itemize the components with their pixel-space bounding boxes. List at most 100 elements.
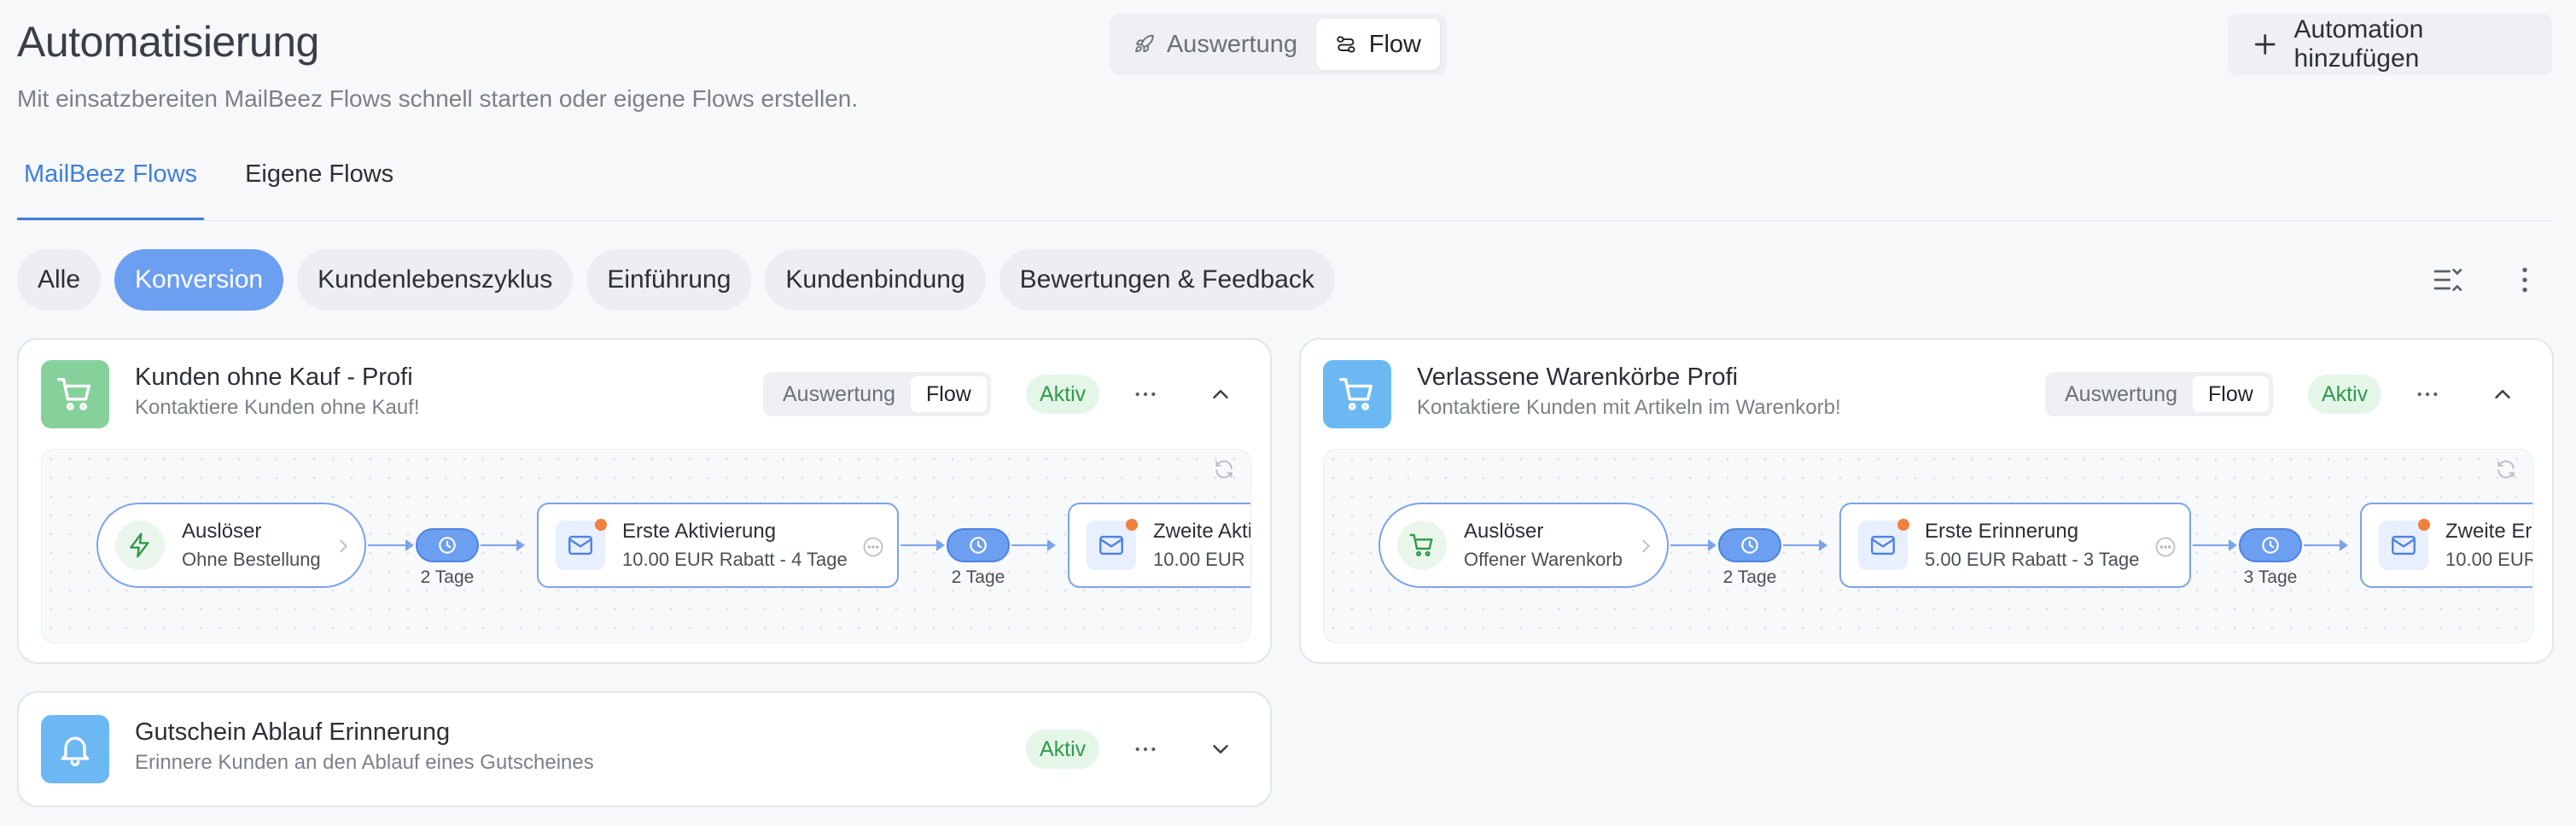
delay-pill[interactable]	[416, 528, 479, 562]
node-menu-icon[interactable]	[861, 535, 885, 563]
view-option-flow[interactable]: Flow	[1316, 19, 1440, 70]
collapse-all-icon[interactable]	[2427, 259, 2468, 300]
status-dot	[1897, 519, 1909, 531]
card-view-switch: Auswertung Flow	[763, 372, 991, 416]
chevron-up-icon[interactable]	[1202, 375, 1239, 413]
more-vertical-icon[interactable]	[2504, 259, 2545, 300]
automation-card-gutschein-ablauf: Gutschein Ablauf Erinnerung Erinnere Kun…	[17, 691, 1272, 807]
connector	[1783, 539, 1827, 551]
delay-label: 2 Tage	[420, 567, 475, 587]
page-subtitle: Mit einsatzbereiten MailBeez Flows schne…	[17, 85, 859, 112]
connector	[900, 539, 945, 551]
rocket-icon	[1135, 34, 1154, 53]
view-switch: Auswertung Flow	[1110, 14, 1447, 75]
email-title: Zweite Erin	[2445, 520, 2532, 543]
connector	[1011, 539, 1056, 551]
card-title: Verlassene Warenkörbe Profi	[1417, 364, 1739, 391]
connector	[481, 539, 525, 551]
mail-icon	[556, 519, 607, 570]
filter-kundenbindung[interactable]: Kundenbindung	[765, 249, 986, 311]
mail-icon	[2379, 519, 2430, 570]
chevron-up-icon[interactable]	[2484, 375, 2521, 413]
mail-icon	[1087, 519, 1138, 570]
status-dot	[595, 519, 607, 531]
automation-card-verlassene-warenkoerbe: Verlassene Warenkörbe Profi Kontaktiere …	[1299, 338, 2554, 664]
delay-pill[interactable]	[947, 528, 1010, 562]
email-node[interactable]: Erste Erinnerung 5.00 EUR Rabatt - 3 Tag…	[1839, 503, 2191, 588]
automation-card-kunden-ohne-kauf: Kunden ohne Kauf - Profi Kontaktiere Kun…	[17, 338, 1272, 664]
card-title: Gutschein Ablauf Erinnerung	[135, 718, 451, 746]
card-title: Kunden ohne Kauf - Profi	[135, 364, 413, 391]
email-node[interactable]: Erste Aktivierung 10.00 EUR Rabatt - 4 T…	[537, 503, 899, 588]
chevron-right-icon	[334, 535, 353, 561]
card-view-auswertung[interactable]: Auswertung	[2049, 376, 2193, 412]
connector	[368, 539, 414, 551]
trigger-sub: Offener Warenkorb	[1464, 549, 1623, 570]
view-option-label: Flow	[1368, 30, 1421, 58]
trigger-label: Auslöser	[182, 520, 262, 543]
card-description: Erinnere Kunden an den Ablauf eines Guts…	[135, 751, 594, 774]
chevron-right-icon	[1636, 535, 1655, 561]
view-option-label: Auswertung	[1166, 30, 1297, 58]
trigger-node[interactable]: Auslöser Offener Warenkorb	[1378, 503, 1669, 588]
trigger-label: Auslöser	[1464, 520, 1544, 543]
chevron-down-icon[interactable]	[1202, 730, 1239, 768]
connector	[2304, 539, 2348, 551]
connector	[1670, 539, 1716, 551]
add-automation-button[interactable]: Automation hinzufügen	[2228, 14, 2552, 75]
email-title: Zweite Akti	[1153, 520, 1251, 543]
plus-icon	[2254, 34, 2276, 55]
trigger-sub: Ohne Bestellung	[182, 549, 321, 570]
status-dot	[2418, 519, 2430, 531]
flow-canvas: Auslöser Ohne Bestellung 2 Tage Erste Ak…	[41, 449, 1251, 643]
add-automation-label: Automation hinzufügen	[2293, 15, 2424, 73]
lightning-icon	[115, 521, 165, 570]
view-option-auswertung[interactable]: Auswertung	[1115, 19, 1316, 70]
card-view-flow[interactable]: Flow	[2193, 376, 2269, 412]
card-view-flow[interactable]: Flow	[911, 376, 987, 412]
connector	[2193, 539, 2237, 551]
delay-pill[interactable]	[1718, 528, 1781, 562]
more-horizontal-icon[interactable]	[2409, 375, 2446, 413]
refresh-icon[interactable]	[1213, 458, 1235, 485]
delay-pill[interactable]	[2239, 528, 2302, 562]
status-badge: Aktiv	[1026, 375, 1100, 414]
bell-icon	[41, 715, 109, 783]
flow-icon	[1337, 36, 1355, 53]
filter-einfuehrung[interactable]: Einführung	[586, 249, 752, 311]
trigger-node[interactable]: Auslöser Ohne Bestellung	[96, 503, 366, 588]
flow-canvas: Auslöser Offener Warenkorb 2 Tage Erste …	[1323, 449, 2533, 643]
filter-bewertungen-feedback[interactable]: Bewertungen & Feedback	[999, 249, 1335, 311]
email-sub: 5.00 EUR Rabatt - 3 Tage	[1925, 549, 2140, 570]
node-menu-icon[interactable]	[2153, 535, 2177, 563]
more-horizontal-icon[interactable]	[1127, 375, 1164, 413]
refresh-icon[interactable]	[2495, 458, 2517, 485]
cart-icon	[1323, 360, 1391, 428]
tab-mailbeez-flows[interactable]: MailBeez Flows	[17, 154, 205, 220]
delay-label: 3 Tage	[2243, 567, 2298, 587]
email-sub: 10.00 EUR R	[1153, 549, 1250, 570]
delay-label: 2 Tage	[1722, 567, 1777, 587]
filter-konversion[interactable]: Konversion	[114, 249, 284, 311]
mail-icon	[1858, 519, 1909, 570]
tab-bar: MailBeez Flows Eigene Flows	[17, 154, 400, 220]
status-dot	[1126, 519, 1138, 531]
tab-eigene-flows[interactable]: Eigene Flows	[238, 154, 400, 220]
filter-chips: Alle Konversion Kundenlebenszyklus Einfü…	[17, 249, 1335, 311]
more-horizontal-icon[interactable]	[1127, 730, 1164, 768]
filter-alle[interactable]: Alle	[17, 249, 102, 311]
filter-kundenlebenszyklus[interactable]: Kundenlebenszyklus	[297, 249, 574, 311]
clock-icon	[970, 537, 987, 554]
status-badge: Aktiv	[1026, 730, 1100, 769]
clock-icon	[439, 537, 456, 554]
card-description: Kontaktiere Kunden mit Artikeln im Waren…	[1417, 396, 1841, 419]
card-view-switch: Auswertung Flow	[2045, 372, 2273, 416]
card-view-auswertung[interactable]: Auswertung	[767, 376, 911, 412]
email-node[interactable]: Zweite Erin 10.00 EUR	[2360, 503, 2532, 588]
email-title: Erste Aktivierung	[622, 520, 777, 543]
email-node[interactable]: Zweite Akti 10.00 EUR R	[1068, 503, 1251, 588]
cart-icon	[41, 360, 109, 428]
email-sub: 10.00 EUR Rabatt - 4 Tage	[622, 549, 848, 570]
page-title: Automatisierung	[17, 18, 319, 66]
tab-divider	[17, 220, 2552, 221]
